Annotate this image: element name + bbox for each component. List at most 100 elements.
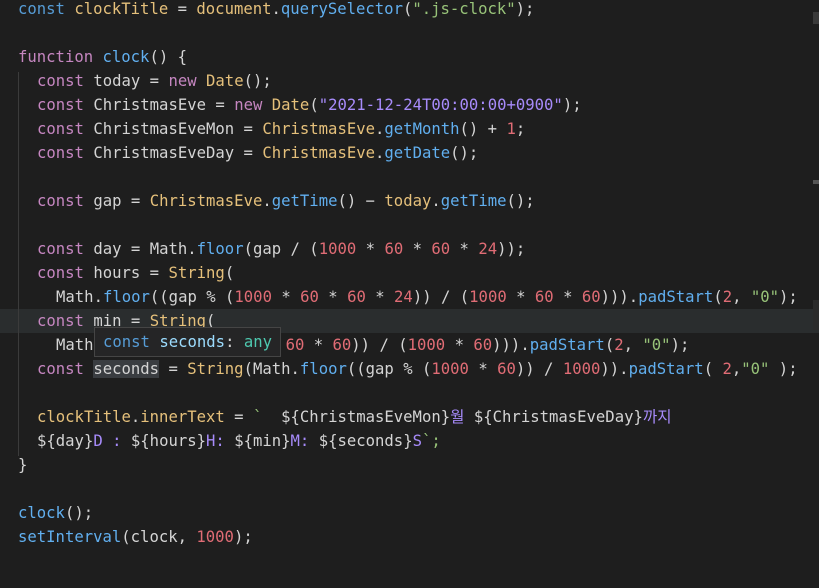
number: 60: [431, 240, 451, 258]
function-name: setInterval: [18, 528, 122, 546]
scrollbar-marker[interactable]: [813, 12, 819, 24]
code-line-8[interactable]: const day = Math.floor(gap / (1000 * 60 …: [37, 237, 525, 261]
punctuation: );: [233, 528, 253, 546]
code-line-18[interactable]: setInterval(clock, 1000);: [18, 525, 253, 549]
number: 60: [581, 288, 601, 306]
function-name: getMonth: [384, 120, 460, 138]
code-line-2[interactable]: function clock() {: [18, 45, 187, 69]
code-line-15[interactable]: ${day}D : ${hours}H: ${min}M: ${seconds}…: [37, 429, 441, 453]
function-name: padStart: [529, 336, 605, 354]
code-line-14[interactable]: clockTitle.innerText = ` ${ChristmasEveM…: [37, 405, 672, 429]
code-line-7[interactable]: const gap = ChristmasEve.getTime() − tod…: [37, 189, 535, 213]
keyword: const: [37, 144, 84, 162]
code-line-1[interactable]: const clockTitle = document.querySelecto…: [18, 0, 534, 21]
class-name: Math: [56, 288, 94, 306]
function-name: getDate: [384, 144, 451, 162]
number: 1000: [562, 360, 601, 378]
template-expression: ${hours}: [130, 432, 207, 450]
code-line-6[interactable]: const ChristmasEveDay = ChristmasEve.get…: [37, 141, 478, 165]
punctuation: )) /: [515, 360, 563, 378]
operator: *: [445, 336, 474, 354]
punctuation: (: [604, 336, 615, 354]
operator: .: [271, 0, 281, 18]
number: 1000: [469, 288, 507, 306]
number: 24: [394, 288, 413, 306]
scrollbar-thumb[interactable]: [813, 300, 819, 330]
tooltip-identifier: seconds: [159, 333, 226, 351]
operator: *: [304, 336, 333, 354]
code-editor[interactable]: const clockTitle = document.querySelecto…: [0, 0, 819, 588]
punctuation: `;: [421, 432, 441, 450]
class-name: Math: [149, 240, 188, 258]
operator: *: [506, 288, 535, 306]
tooltip-colon: :: [225, 333, 244, 351]
identifier: today: [384, 192, 432, 210]
identifier: document: [196, 0, 272, 18]
keyword: const: [37, 264, 84, 282]
punctuation: ;: [515, 120, 526, 138]
operator: .: [375, 120, 385, 138]
number: 1: [506, 120, 516, 138]
number: 1000: [318, 240, 357, 258]
punctuation: ((gap % (: [346, 360, 432, 378]
punctuation: ();: [450, 144, 479, 162]
number: 2: [722, 360, 732, 378]
function-name: padStart: [638, 288, 714, 306]
keyword: new: [234, 96, 263, 114]
punctuation: );: [515, 0, 535, 18]
operator: () −: [337, 192, 385, 210]
keyword: new: [168, 72, 197, 90]
punctuation: (clock,: [121, 528, 197, 546]
number: 60: [497, 360, 516, 378]
code-line-4[interactable]: const ChristmasEve = new Date("2021-12-2…: [37, 93, 582, 117]
punctuation: (: [713, 288, 723, 306]
hover-tooltip: const seconds: any: [94, 327, 282, 357]
identifier: ChristmasEve: [262, 144, 376, 162]
identifier: ChristmasEve: [262, 120, 376, 138]
function-name: padStart: [628, 360, 704, 378]
operator: .: [431, 192, 441, 210]
number: 2: [722, 288, 733, 306]
tooltip-type: any: [243, 333, 273, 351]
punctuation: )) / (: [412, 288, 470, 306]
function-name: floor: [299, 360, 347, 378]
punctuation: );: [562, 96, 582, 114]
punctuation: ))).: [492, 336, 530, 354]
string: "2021-12-24T00:00:00+0900": [318, 96, 563, 114]
code-line-3[interactable]: const today = new Date();: [37, 69, 272, 93]
punctuation: (: [309, 96, 319, 114]
punctuation: ))).: [600, 288, 639, 306]
number: 60: [300, 288, 319, 306]
function-name: floor: [102, 288, 150, 306]
code-line-10[interactable]: Math.floor((gap % (1000 * 60 * 60 * 24))…: [56, 285, 798, 309]
operator: *: [318, 288, 348, 306]
punctuation: (: [243, 360, 253, 378]
punctuation: }: [18, 456, 28, 474]
code-line-13[interactable]: const seconds = String(Math.floor((gap %…: [37, 357, 798, 381]
code-line-16[interactable]: }: [18, 453, 27, 477]
code-line-5[interactable]: const ChristmasEveMon = ChristmasEve.get…: [37, 117, 525, 141]
identifier-highlighted: seconds: [93, 360, 160, 378]
code-line-9[interactable]: const hours = String(: [37, 261, 234, 285]
operator: .: [375, 144, 385, 162]
scrollbar-marker[interactable]: [813, 180, 819, 184]
operator: *: [450, 240, 479, 258]
template-string: 까지: [642, 408, 672, 426]
operator: *: [468, 360, 498, 378]
operator: *: [271, 288, 301, 306]
number: 60: [285, 336, 305, 354]
keyword: const: [37, 72, 84, 90]
template-expression: ${ChristmasEveDay}: [473, 408, 643, 426]
operator: =: [234, 144, 263, 162]
punctuation: (gap / (: [243, 240, 319, 258]
template-expression: ${min}: [234, 432, 291, 450]
function-name: getTime: [271, 192, 338, 210]
punctuation: ((gap % (: [149, 288, 235, 306]
keyword: const: [37, 192, 84, 210]
class-name: Date: [206, 72, 244, 90]
operator: =: [159, 360, 188, 378]
code-line-17[interactable]: clock();: [18, 501, 93, 525]
punctuation: ,: [732, 288, 751, 306]
punctuation: (: [703, 360, 723, 378]
operator: *: [365, 288, 395, 306]
